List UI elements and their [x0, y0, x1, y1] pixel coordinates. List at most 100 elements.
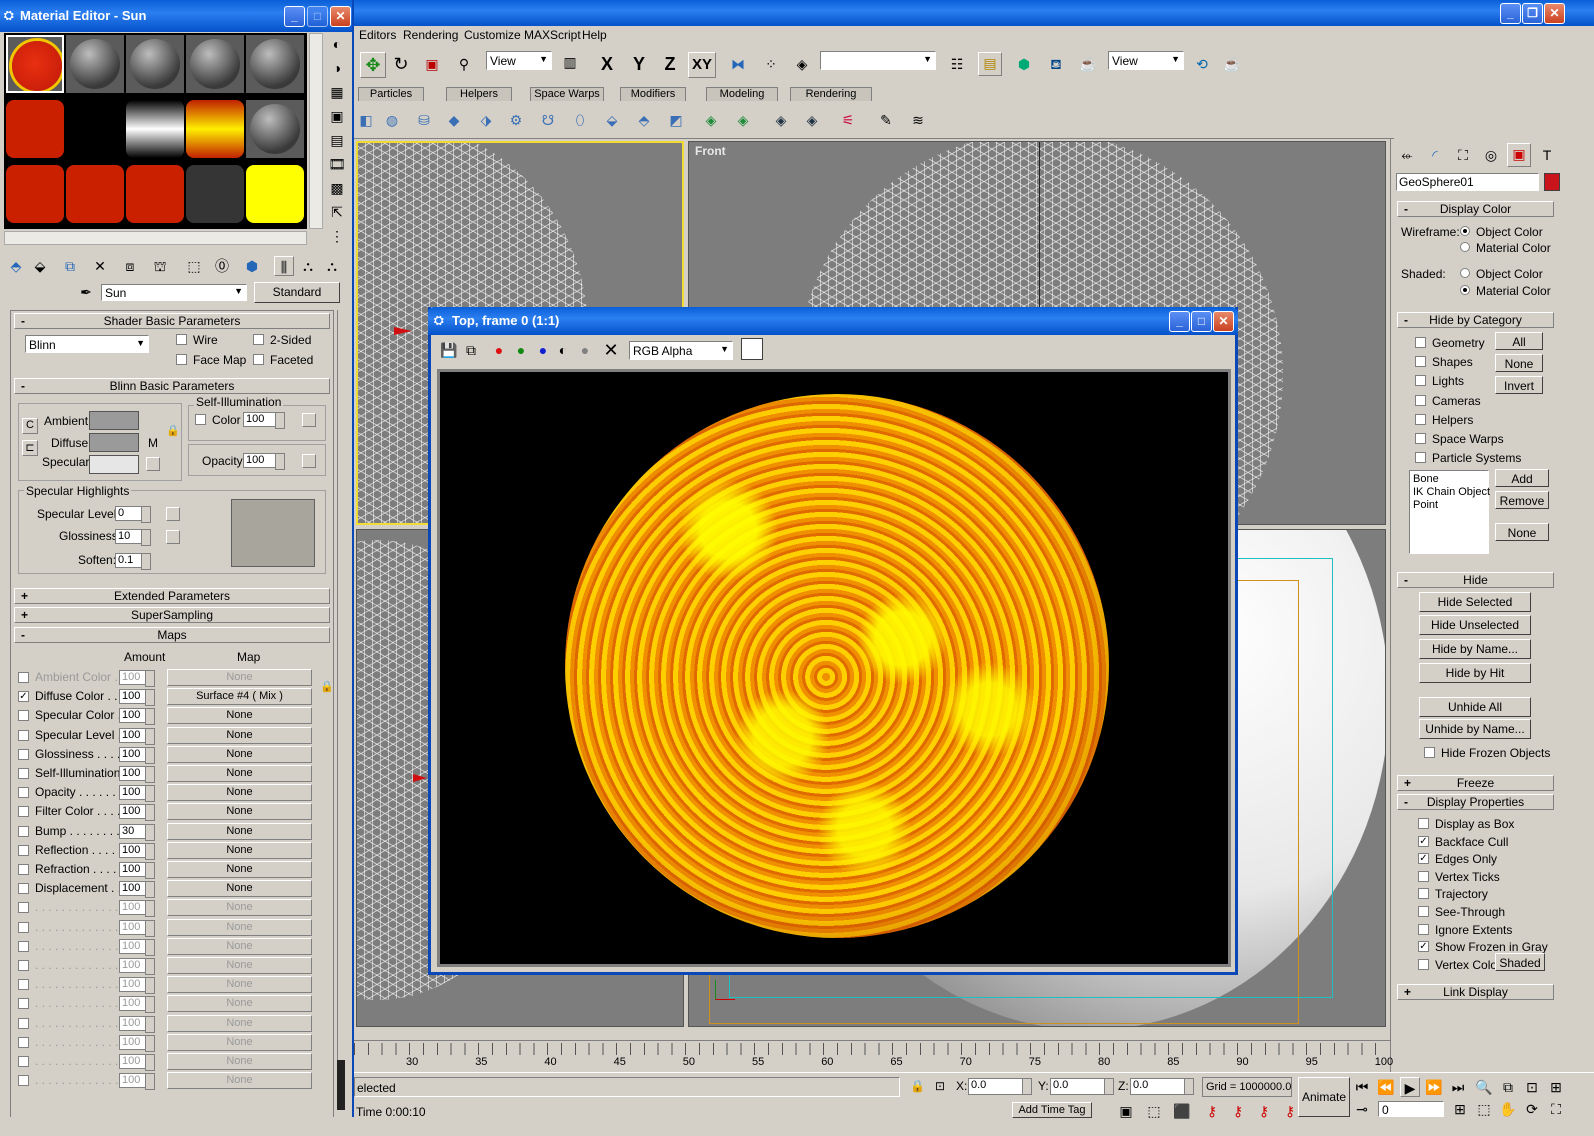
lock-ambient-toggle[interactable]: C — [22, 418, 38, 434]
map-slot-button[interactable]: None — [167, 726, 312, 744]
map-amount-spinner[interactable]: 100 — [119, 670, 155, 687]
rollout-extended-params[interactable]: + Extended Parameters — [14, 588, 330, 604]
red-channel-icon[interactable]: ● — [489, 340, 509, 360]
shaded-material-color-radio[interactable] — [1460, 285, 1470, 295]
material-effects-icon[interactable]: ⬚ — [184, 256, 204, 276]
map-amount-spinner[interactable]: 100 — [119, 881, 155, 899]
list-item[interactable]: IK Chain Object — [1413, 486, 1490, 498]
map-slot-button[interactable]: None — [167, 707, 312, 725]
video-color-check-icon[interactable]: ▤ — [327, 130, 347, 150]
slots-vertical-scrollbar[interactable] — [309, 33, 323, 229]
map-enable-checkbox[interactable] — [18, 960, 29, 971]
soften-spinner[interactable]: 0.1 — [115, 553, 151, 570]
tab-modeling[interactable]: Modeling — [706, 87, 778, 101]
opacity-map-button[interactable] — [302, 454, 316, 468]
x-coordinate-field[interactable]: 0.0 — [968, 1078, 1032, 1095]
wireframe-material-color-radio[interactable] — [1460, 242, 1470, 252]
specular-swatch[interactable] — [89, 455, 139, 474]
mirror-icon[interactable]: ⧓ — [728, 54, 748, 74]
save-image-icon[interactable]: 💾 — [439, 340, 459, 360]
torus-knot-icon[interactable]: ☋ — [538, 110, 558, 130]
map-enable-checkbox[interactable] — [18, 672, 29, 683]
map-slot-button[interactable]: None — [167, 745, 312, 763]
axis-z-button[interactable]: Z — [660, 54, 680, 74]
face-map-checkbox[interactable] — [176, 354, 187, 365]
category-checkbox[interactable] — [1415, 433, 1426, 444]
display-property-checkbox[interactable] — [1418, 958, 1429, 970]
hide-by-hit-button[interactable]: Hide by Hit — [1419, 663, 1531, 683]
go-forward-icon[interactable]: ⛬ — [298, 256, 318, 276]
map-slot-button[interactable]: None — [167, 822, 312, 840]
list-add-button[interactable]: Add — [1495, 469, 1549, 487]
map-enable-checkbox[interactable] — [18, 979, 29, 991]
wire-checkbox[interactable] — [176, 334, 187, 345]
map-slot-button[interactable]: None — [167, 1014, 312, 1032]
assign-material-icon[interactable]: ⧉ — [60, 256, 80, 276]
sample-slot-12[interactable] — [66, 165, 124, 223]
display-property-checkbox[interactable]: ✓ — [1418, 835, 1429, 847]
material-name-dropdown[interactable]: Sun ▼ — [101, 284, 247, 301]
put-library-icon[interactable]: ⛫ — [150, 256, 170, 276]
render-minimize-button[interactable]: _ — [1169, 311, 1190, 332]
blue-channel-icon[interactable]: ● — [533, 340, 553, 360]
absolute-mode-icon[interactable]: ⊡ — [935, 1079, 945, 1093]
display-property-checkbox[interactable] — [1418, 906, 1429, 917]
spring-icon[interactable]: ≋ — [908, 110, 928, 130]
align-icon[interactable]: ◈ — [792, 54, 812, 74]
map-enable-checkbox[interactable] — [18, 787, 29, 799]
rollout-freeze[interactable]: + Freeze — [1397, 775, 1554, 791]
map-amount-spinner[interactable]: 100 — [119, 785, 155, 803]
map-slot-button[interactable]: None — [167, 803, 312, 821]
map-enable-checkbox[interactable] — [18, 1075, 29, 1087]
faceted-checkbox[interactable] — [253, 354, 264, 365]
sample-slot-2[interactable] — [66, 35, 124, 93]
zoom-extents-icon[interactable]: ⊡ — [1522, 1077, 1542, 1097]
sample-slot-1[interactable] — [6, 35, 64, 93]
map-amount-spinner[interactable]: 100 — [119, 1034, 155, 1052]
map-slot-button[interactable]: Surface #4 ( Mix ) — [167, 688, 312, 706]
spec-level-map-button[interactable] — [166, 507, 180, 521]
go-to-end-icon[interactable]: ⏭ — [1448, 1077, 1468, 1097]
map-slot-button[interactable]: None — [167, 976, 312, 994]
two-sided-checkbox[interactable] — [253, 334, 264, 345]
map-enable-checkbox[interactable] — [18, 883, 29, 895]
select-by-material-icon[interactable]: ⇱ — [327, 202, 347, 222]
alpha-channel-icon[interactable]: ● — [575, 340, 595, 360]
play-icon[interactable]: ▶ — [1400, 1077, 1420, 1097]
render-close-button[interactable]: ✕ — [1213, 311, 1234, 332]
hide-by-name-button[interactable]: Hide by Name... — [1419, 639, 1531, 659]
hide-selected-button[interactable]: Hide Selected — [1419, 592, 1531, 612]
clear-icon[interactable]: ✕ — [601, 340, 621, 360]
quick-render-icon[interactable]: ☕ — [1078, 54, 1098, 74]
map-enable-checkbox[interactable] — [18, 1017, 29, 1029]
list-none-button[interactable]: None — [1495, 523, 1549, 541]
sample-slot-13[interactable] — [126, 165, 184, 223]
category-listbox[interactable]: Bone IK Chain Object Point — [1409, 470, 1490, 554]
map-amount-spinner[interactable]: 30 — [119, 823, 155, 841]
render-preview-icon[interactable]: ▣ — [1116, 1101, 1136, 1121]
menu-maxscript[interactable]: MAXScript — [524, 28, 581, 42]
map-enable-checkbox[interactable]: ✓ — [18, 691, 29, 703]
map-enable-checkbox[interactable] — [18, 806, 29, 818]
schematic-view-icon[interactable]: ▤ — [978, 52, 1002, 76]
render-type-dropdown[interactable]: View ▼ — [1108, 51, 1184, 70]
map-enable-checkbox[interactable] — [18, 748, 29, 760]
list-item[interactable]: Bone — [1413, 473, 1439, 485]
capsule-icon[interactable]: ⬯ — [570, 110, 590, 130]
current-frame-field[interactable]: 0 — [1378, 1101, 1444, 1117]
menu-rendering[interactable]: Rendering — [403, 28, 458, 42]
color-swatch[interactable] — [741, 338, 763, 360]
map-enable-checkbox[interactable] — [18, 844, 29, 856]
z-coordinate-field[interactable]: 0.0 — [1130, 1078, 1194, 1095]
options-icon[interactable]: ▩ — [327, 178, 347, 198]
show-map-icon[interactable]: ⓪ — [212, 256, 232, 276]
slab-icon[interactable]: ⬘ — [634, 110, 654, 130]
sample-slot-8[interactable] — [126, 100, 184, 158]
glossiness-map-button[interactable] — [166, 530, 180, 544]
tab-helpers[interactable]: Helpers — [446, 87, 512, 101]
display-property-checkbox[interactable]: ✓ — [1418, 941, 1429, 953]
time-config-icon[interactable]: ⊞ — [1450, 1099, 1470, 1119]
minimize-button[interactable]: _ — [284, 6, 305, 27]
map-amount-spinner[interactable]: 100 — [119, 1073, 155, 1091]
sample-slot-14[interactable] — [186, 165, 244, 223]
